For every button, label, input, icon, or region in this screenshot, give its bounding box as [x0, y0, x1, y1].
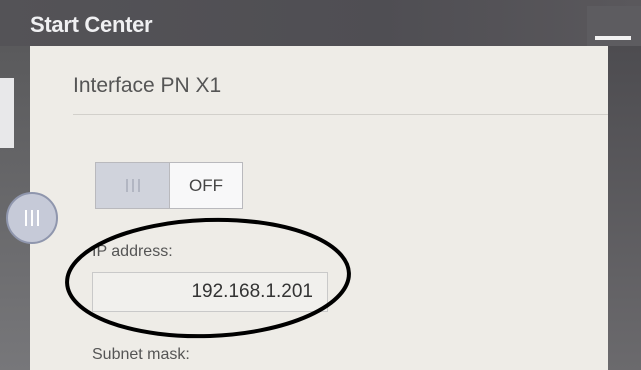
- grip-line-icon: [137, 179, 140, 192]
- side-tab[interactable]: [0, 78, 14, 148]
- settings-panel: Interface PN X1 OFF IP address: 192.168.…: [30, 46, 608, 370]
- panel-heading: Interface PN X1: [73, 74, 222, 97]
- grip-line-icon: [31, 210, 33, 226]
- toggle-off-segment[interactable]: OFF: [170, 163, 242, 208]
- grip-line-icon: [131, 179, 134, 192]
- grip-line-icon: [25, 210, 27, 226]
- ip-address-label: IP address:: [92, 243, 173, 260]
- right-edge: [608, 46, 641, 370]
- grip-line-icon: [37, 210, 39, 226]
- ip-address-field[interactable]: 192.168.1.201: [92, 272, 328, 312]
- drag-handle[interactable]: [6, 192, 58, 244]
- window-title: Start Center: [30, 12, 153, 37]
- toggle-on-segment[interactable]: [96, 163, 170, 208]
- grip-line-icon: [125, 179, 128, 192]
- minimize-icon: [595, 36, 631, 40]
- minimize-button[interactable]: [587, 6, 641, 46]
- title-bar: Start Center: [0, 0, 641, 46]
- subnet-mask-label: Subnet mask:: [92, 346, 190, 363]
- interface-toggle[interactable]: OFF: [95, 162, 243, 209]
- heading-divider: [73, 114, 608, 115]
